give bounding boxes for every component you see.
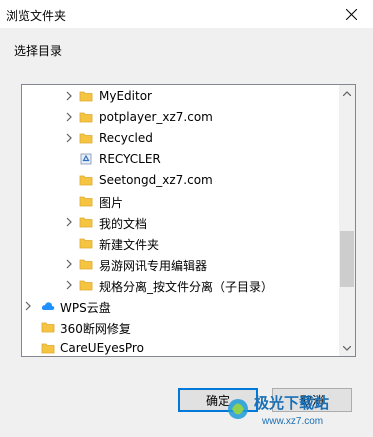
cloud-icon xyxy=(41,299,55,313)
close-icon xyxy=(345,8,357,20)
close-button[interactable] xyxy=(329,0,373,28)
scroll-thumb[interactable] xyxy=(340,231,354,287)
tree-item-label: CareUEyesPro xyxy=(60,341,144,355)
folder-icon xyxy=(79,194,93,208)
tree-item[interactable]: Seetongd_xz7.com xyxy=(22,170,339,191)
tree-item[interactable]: WPS云盘 xyxy=(22,296,339,317)
svg-text:极光下载站: 极光下载站 xyxy=(254,394,329,412)
tree-item-label: 易游网讯专用编辑器 xyxy=(99,259,208,273)
chevron-up-icon xyxy=(343,90,351,96)
tree-item-label: Seetongd_xz7.com xyxy=(99,173,213,187)
tree-item-label: MyEditor xyxy=(99,89,152,103)
folder-icon xyxy=(79,278,93,292)
tree-item-label: 新建文件夹 xyxy=(99,238,160,252)
scroll-up-button[interactable] xyxy=(339,85,355,101)
tree-item[interactable]: 图片 xyxy=(22,191,339,212)
tree-item[interactable]: Recycled xyxy=(22,128,339,149)
tree-item[interactable]: 我的文档 xyxy=(22,212,339,233)
recycle-folder-icon xyxy=(79,152,93,166)
tree-item-label: WPS云盘 xyxy=(60,301,111,315)
chevron-right-icon[interactable] xyxy=(23,301,33,311)
tree-item[interactable]: potplayer_xz7.com xyxy=(22,107,339,128)
tree-item-label: 我的文档 xyxy=(99,217,148,231)
folder-icon xyxy=(79,236,93,250)
tree-item[interactable]: 新建文件夹 xyxy=(22,233,339,254)
folder-icon xyxy=(41,341,55,355)
watermark-logo: 极光下载站 www.xz7.com xyxy=(222,384,372,434)
title-bar: 浏览文件夹 xyxy=(0,0,373,28)
chevron-right-icon[interactable] xyxy=(64,217,74,227)
chevron-down-icon xyxy=(343,345,351,351)
folder-icon xyxy=(79,131,93,145)
tree-item-label: 图片 xyxy=(99,196,124,210)
folder-icon xyxy=(79,173,93,187)
instruction-label: 选择目录 xyxy=(14,44,63,58)
tree-item[interactable]: 易游网讯专用编辑器 xyxy=(22,254,339,275)
tree-item[interactable]: 360断网修复 xyxy=(22,317,339,338)
window-title: 浏览文件夹 xyxy=(6,9,67,23)
tree-item[interactable]: RECYCLER xyxy=(22,149,339,170)
chevron-right-icon[interactable] xyxy=(64,91,74,101)
tree-item[interactable]: 规格分离_按文件分离（子目录） xyxy=(22,275,339,296)
tree-item-label: 360断网修复 xyxy=(60,322,131,336)
svg-text:www.xz7.com: www.xz7.com xyxy=(261,416,323,427)
tree-item-label: RECYCLER xyxy=(99,152,161,166)
scroll-down-button[interactable] xyxy=(339,340,355,356)
tree-item-label: potplayer_xz7.com xyxy=(99,110,213,124)
folder-tree[interactable]: MyEditor potplayer_xz7.com Recycled RECYCLE… xyxy=(21,84,356,357)
tree-item-label: 规格分离_按文件分离（子目录） xyxy=(99,280,274,294)
chevron-right-icon[interactable] xyxy=(64,280,74,290)
chevron-right-icon[interactable] xyxy=(64,259,74,269)
tree-item[interactable]: CareUEyesPro xyxy=(22,338,339,356)
vertical-scrollbar[interactable] xyxy=(339,85,355,356)
folder-icon xyxy=(41,320,55,334)
folder-icon xyxy=(79,257,93,271)
tree-item-label: Recycled xyxy=(99,131,153,145)
folder-icon xyxy=(79,89,93,103)
folder-icon xyxy=(79,215,93,229)
tree-item[interactable]: MyEditor xyxy=(22,86,339,107)
chevron-right-icon[interactable] xyxy=(64,112,74,122)
chevron-right-icon[interactable] xyxy=(64,133,74,143)
folder-icon xyxy=(79,110,93,124)
